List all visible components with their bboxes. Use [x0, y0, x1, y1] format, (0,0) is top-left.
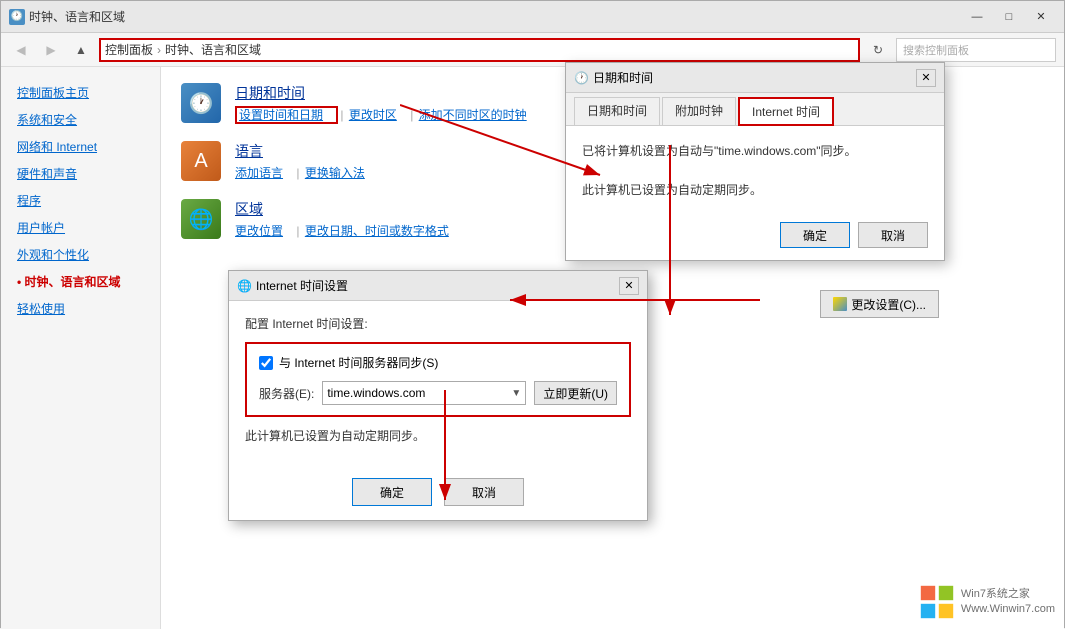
watermark-line1: Win7系统之家	[961, 587, 1055, 602]
datetime-ok-button[interactable]: 确定	[780, 222, 850, 248]
title-bar-left: 🕐 时钟、语言和区域	[9, 8, 125, 25]
sidebar: 控制面板主页 系统和安全 网络和 Internet 硬件和声音 程序 用户帐户 …	[1, 67, 161, 629]
datetime-dialog: 🕐 日期和时间 ✕ 日期和时间 附加时钟 Internet 时间 已将计算机设置…	[565, 62, 945, 261]
inet-sync-group: 与 Internet 时间服务器同步(S) 服务器(E): time.windo…	[245, 342, 631, 417]
region-category-info: 区域 更改位置 | 更改日期、时间或数字格式	[235, 199, 457, 239]
clock-category-title[interactable]: 日期和时间	[235, 83, 535, 103]
sidebar-item-hardware[interactable]: 硬件和声音	[1, 160, 160, 187]
lang-category-links: 添加语言 | 更换输入法	[235, 164, 373, 181]
sidebar-item-ease[interactable]: 轻松使用	[1, 295, 160, 322]
breadcrumb[interactable]: 控制面板 › 时钟、语言和区域	[99, 38, 860, 62]
refresh-button[interactable]: ↻	[866, 38, 890, 62]
window-title: 时钟、语言和区域	[29, 8, 125, 25]
inet-dialog-close[interactable]: ✕	[619, 277, 639, 295]
set-time-date-link[interactable]: 设置时间和日期	[239, 108, 323, 122]
breadcrumb-current: 时钟、语言和区域	[165, 41, 261, 58]
sync-checkbox-label: 与 Internet 时间服务器同步(S)	[279, 354, 438, 371]
change-format-link[interactable]: 更改日期、时间或数字格式	[305, 224, 449, 238]
lang-category-info: 语言 添加语言 | 更换输入法	[235, 141, 373, 181]
watermark: Win7系统之家 Www.Winwin7.com	[919, 584, 1055, 620]
watermark-text: Win7系统之家 Www.Winwin7.com	[961, 587, 1055, 618]
inet-dialog-buttons: 确定 取消	[229, 466, 647, 520]
title-bar-controls: — □ ✕	[962, 7, 1056, 27]
clock-category-icon: 🕐	[181, 83, 221, 123]
sync-checkbox[interactable]	[259, 356, 273, 370]
sidebar-item-system[interactable]: 系统和安全	[1, 106, 160, 133]
sidebar-item-network[interactable]: 网络和 Internet	[1, 133, 160, 160]
datetime-dialog-title: 日期和时间	[593, 69, 653, 86]
tab-additional-clocks[interactable]: 附加时钟	[662, 97, 736, 125]
change-input-link[interactable]: 更换输入法	[305, 166, 365, 180]
region-category-icon: 🌐	[181, 199, 221, 239]
inet-dialog-content: 配置 Internet 时间设置: 与 Internet 时间服务器同步(S) …	[229, 301, 647, 466]
datetime-cancel-button[interactable]: 取消	[858, 222, 928, 248]
datetime-sync-info: 已将计算机设置为自动与"time.windows.com"同步。	[582, 142, 928, 161]
window-icon: 🕐	[9, 9, 25, 25]
datetime-auto-sync-info: 此计算机已设置为自动定期同步。	[582, 181, 928, 198]
internet-settings-dialog: 🌐 Internet 时间设置 ✕ 配置 Internet 时间设置: 与 In…	[228, 270, 648, 521]
server-dropdown[interactable]: time.windows.com ▼	[322, 381, 526, 405]
inet-section-label: 配置 Internet 时间设置:	[245, 315, 631, 332]
search-placeholder: 搜索控制面板	[903, 42, 969, 58]
change-settings-label: 更改设置(C)...	[851, 296, 926, 313]
clock-category-info: 日期和时间 设置时间和日期 | 更改时区 | 添加不同时区的时钟	[235, 83, 535, 123]
region-category-title[interactable]: 区域	[235, 199, 457, 219]
inet-cancel-button[interactable]: 取消	[444, 478, 524, 506]
datetime-dialog-tabs: 日期和时间 附加时钟 Internet 时间	[566, 93, 944, 126]
forward-button[interactable]: ▶	[39, 38, 63, 62]
inet-server-row: 服务器(E): time.windows.com ▼ 立即更新(U)	[259, 381, 617, 405]
datetime-dialog-close[interactable]: ✕	[916, 69, 936, 87]
datetime-dialog-titlebar: 🕐 日期和时间 ✕	[566, 63, 944, 93]
search-box[interactable]: 搜索控制面板	[896, 38, 1056, 62]
clock-category-links: 设置时间和日期 | 更改时区 | 添加不同时区的时钟	[235, 106, 535, 123]
inet-dialog-titlebar: 🌐 Internet 时间设置 ✕	[229, 271, 647, 301]
datetime-dialog-title-left: 🕐 日期和时间	[574, 69, 653, 86]
datetime-dialog-buttons: 确定 取消	[566, 214, 944, 260]
win7-logo-icon	[919, 584, 955, 620]
back-button[interactable]: ◀	[9, 38, 33, 62]
breadcrumb-separator: ›	[157, 43, 161, 57]
datetime-dialog-content: 已将计算机设置为自动与"time.windows.com"同步。 此计算机已设置…	[566, 126, 944, 214]
inet-dialog-title: Internet 时间设置	[256, 277, 348, 294]
inet-ok-button[interactable]: 确定	[352, 478, 432, 506]
up-button[interactable]: ▲	[69, 38, 93, 62]
region-icon: 🌐	[181, 199, 221, 239]
sidebar-item-clock[interactable]: 时钟、语言和区域	[1, 268, 160, 295]
server-value: time.windows.com	[327, 386, 425, 400]
minimize-button[interactable]: —	[962, 7, 992, 27]
sidebar-item-appearance[interactable]: 外观和个性化	[1, 241, 160, 268]
tab-datetime[interactable]: 日期和时间	[574, 97, 660, 125]
add-timezone-link[interactable]: 添加不同时区的时钟	[419, 108, 527, 122]
tab-internet-time[interactable]: Internet 时间	[738, 97, 834, 126]
sidebar-item-user[interactable]: 用户帐户	[1, 214, 160, 241]
clock-small-icon: 🕐	[574, 71, 589, 85]
lang-icon: A	[181, 141, 221, 181]
lang-category-title[interactable]: 语言	[235, 141, 373, 161]
region-category-links: 更改位置 | 更改日期、时间或数字格式	[235, 222, 457, 239]
shield-icon	[833, 297, 847, 311]
server-label: 服务器(E):	[259, 385, 314, 402]
watermark-line2: Www.Winwin7.com	[961, 602, 1055, 617]
dropdown-arrow-icon: ▼	[511, 388, 521, 399]
inet-status-text: 此计算机已设置为自动定期同步。	[245, 427, 631, 444]
inet-sync-checkbox-row: 与 Internet 时间服务器同步(S)	[259, 354, 617, 371]
title-bar: 🕐 时钟、语言和区域 — □ ✕	[1, 1, 1064, 33]
lang-category-icon: A	[181, 141, 221, 181]
change-location-link[interactable]: 更改位置	[235, 224, 283, 238]
change-timezone-link[interactable]: 更改时区	[349, 108, 397, 122]
add-lang-link[interactable]: 添加语言	[235, 166, 283, 180]
sidebar-item-home[interactable]: 控制面板主页	[1, 79, 160, 106]
update-now-button[interactable]: 立即更新(U)	[534, 381, 617, 405]
sidebar-item-programs[interactable]: 程序	[1, 187, 160, 214]
inet-dialog-title-left: 🌐 Internet 时间设置	[237, 277, 348, 294]
clock-icon: 🕐	[181, 83, 221, 123]
maximize-button[interactable]: □	[994, 7, 1024, 27]
breadcrumb-root: 控制面板	[105, 41, 153, 58]
close-button[interactable]: ✕	[1026, 7, 1056, 27]
inet-clock-icon: 🌐	[237, 279, 252, 293]
change-settings-button[interactable]: 更改设置(C)...	[820, 290, 939, 318]
